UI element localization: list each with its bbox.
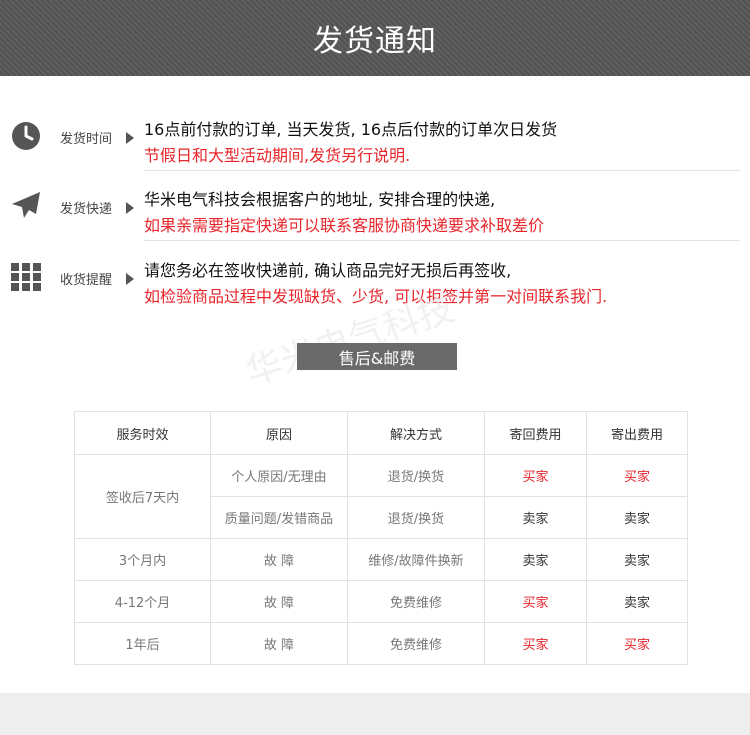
footer-bar [0,693,750,735]
send-fee-cell: 买家 [586,622,688,665]
reason-cell: 个人原因/无理由 [210,454,348,497]
column-header: 服务时效 [74,411,211,455]
arrow-right-icon [126,273,134,285]
notice-label: 收货提醒 [60,273,113,288]
clock-icon [10,120,42,152]
section-title-after-sales: 售后&邮费 [297,343,457,370]
column-header: 寄出费用 [586,411,688,455]
send-fee-cell: 买家 [586,454,688,497]
page-header: 发货通知 [0,0,750,76]
solution-cell: 免费维修 [347,622,485,665]
return-fee-cell: 买家 [484,580,587,623]
notice-line-1: 华米电气科技会根据客户的地址, 安排合理的快递, [144,190,496,209]
period-cell: 3个月内 [74,538,211,581]
solution-cell: 维修/故障件换新 [347,538,485,581]
return-fee-cell: 买家 [484,454,587,497]
table-row: 3个月内 故 障 维修/故障件换新 卖家 卖家 [74,538,688,581]
solution-cell: 退货/换货 [347,454,485,497]
column-header: 原因 [210,411,348,455]
solution-cell: 免费维修 [347,580,485,623]
divider [144,170,740,171]
send-fee-cell: 卖家 [586,538,688,581]
page-title: 发货通知 [313,24,437,59]
reason-cell: 故 障 [210,580,348,623]
send-fee-cell: 卖家 [586,496,688,539]
notice-line-2: 如果亲需要指定快递可以联系客服协商快递要求补取差价 [144,216,545,235]
notice-line-1: 16点前付款的订单, 当天发货, 16点后付款的订单次日发货 [144,120,558,139]
arrow-right-icon [126,132,134,144]
column-header: 解决方式 [347,411,485,455]
notice-shipping-time: 发货时间 16点前付款的订单, 当天发货, 16点后付款的订单次日发货 节假日和… [0,104,750,174]
notice-courier: 发货快递 华米电气科技会根据客户的地址, 安排合理的快递, 如果亲需要指定快递可… [0,174,750,244]
return-fee-cell: 卖家 [484,496,587,539]
solution-cell: 退货/换货 [347,496,485,539]
grid-icon [10,261,42,293]
period-cell: 4-12个月 [74,580,211,623]
column-header: 寄回费用 [484,411,587,455]
return-fee-cell: 卖家 [484,538,587,581]
table-header-row: 服务时效 原因 解决方式 寄回费用 寄出费用 [74,411,688,455]
reason-cell: 故 障 [210,538,348,581]
notice-line-1: 请您务必在签收快递前, 确认商品完好无损后再签收, [144,261,512,280]
table-row: 签收后7天内 个人原因/无理由 退货/换货 买家 买家 [74,454,688,539]
notice-receipt-reminder: 收货提醒 请您务必在签收快递前, 确认商品完好无损后再签收, 如检验商品过程中发… [0,245,750,315]
send-fee-cell: 卖家 [586,580,688,623]
period-cell: 1年后 [74,622,211,665]
after-sales-table: 服务时效 原因 解决方式 寄回费用 寄出费用 签收后7天内 个人原因/无理由 退… [74,411,688,665]
notice-label: 发货时间 [60,132,113,147]
period-cell: 签收后7天内 [74,454,211,539]
reason-cell: 质量问题/发错商品 [210,496,348,539]
return-fee-cell: 买家 [484,622,587,665]
table-row: 4-12个月 故 障 免费维修 买家 卖家 [74,580,688,623]
airplane-icon [10,190,42,222]
arrow-right-icon [126,202,134,214]
notice-label: 发货快递 [60,202,113,217]
notice-line-2: 如检验商品过程中发现缺货、少货, 可以拒签并第一对间联系我门. [144,287,608,306]
section-title-text: 售后&邮费 [338,348,416,368]
notice-line-2: 节假日和大型活动期间,发货另行说明. [144,146,411,165]
table-row: 1年后 故 障 免费维修 买家 买家 [74,622,688,665]
divider [144,240,740,241]
reason-cell: 故 障 [210,622,348,665]
